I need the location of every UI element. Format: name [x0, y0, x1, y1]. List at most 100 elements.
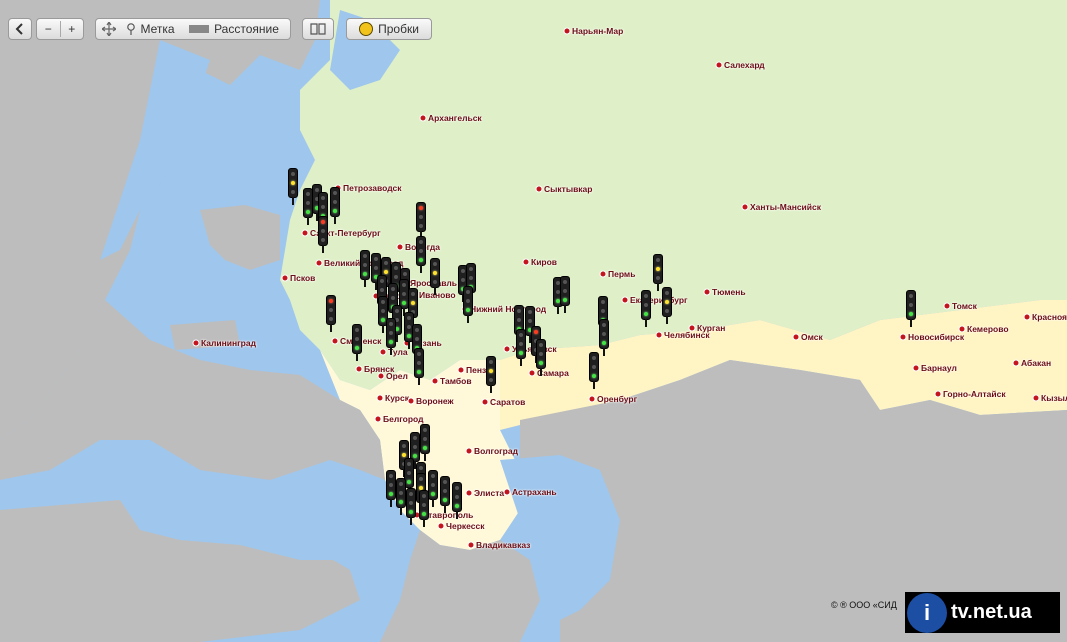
city-dot	[504, 489, 510, 495]
traffic-light-marker[interactable]	[662, 287, 672, 324]
traffic-light-marker[interactable]	[516, 329, 526, 366]
city-label: Кызыл	[1041, 393, 1067, 403]
traffic-light-marker[interactable]	[653, 254, 663, 291]
city-label: Ставрополь	[422, 510, 474, 520]
city-dot	[704, 289, 710, 295]
traffic-light-marker[interactable]	[560, 276, 570, 313]
city-label: Петрозаводск	[343, 183, 402, 193]
layers-icon[interactable]	[303, 19, 333, 39]
traffic-light-marker[interactable]	[396, 478, 406, 515]
city-dot	[622, 297, 628, 303]
city-label: Воронеж	[416, 396, 454, 406]
city-label: Калининград	[201, 338, 256, 348]
city-label: Томск	[952, 301, 977, 311]
city-dot	[944, 303, 950, 309]
city-dot	[302, 230, 308, 236]
traffic-light-marker[interactable]	[330, 187, 340, 224]
city-dot	[193, 340, 199, 346]
traffic-light-marker[interactable]	[536, 339, 546, 376]
traffic-icon	[359, 22, 374, 36]
distance-button[interactable]: Расстояние	[180, 19, 288, 39]
traffic-control[interactable]: Пробки	[346, 18, 432, 40]
city-label: Архангельск	[428, 113, 482, 123]
city-dot	[1013, 360, 1019, 366]
traffic-light-marker[interactable]	[428, 470, 438, 507]
city-dot	[793, 334, 799, 340]
city-dot	[466, 448, 472, 454]
traffic-light-marker[interactable]	[406, 488, 416, 525]
city-label: Кемерово	[967, 324, 1009, 334]
city-label: Пермь	[608, 269, 636, 279]
city-label: Орел	[386, 371, 408, 381]
traffic-light-marker[interactable]	[386, 318, 396, 355]
traffic-light-marker[interactable]	[440, 476, 450, 513]
distance-label: Расстояние	[214, 22, 279, 36]
traffic-light-marker[interactable]	[386, 470, 396, 507]
traffic-light-marker[interactable]	[352, 324, 362, 361]
mark-label: Метка	[140, 22, 175, 36]
chevron-left-icon[interactable]	[9, 19, 31, 39]
move-icon[interactable]	[96, 19, 122, 39]
city-dot	[536, 186, 542, 192]
city-dot	[432, 378, 438, 384]
city-label: Киров	[531, 257, 558, 267]
traffic-light-marker[interactable]	[288, 168, 298, 205]
city-dot	[356, 366, 362, 372]
traffic-light-marker[interactable]	[589, 352, 599, 389]
brand-text: tv.net.ua	[951, 601, 1032, 623]
mark-button[interactable]: Метка	[122, 19, 180, 39]
city-dot	[504, 346, 510, 352]
city-dot	[408, 398, 414, 404]
back-control[interactable]	[8, 18, 32, 40]
traffic-light-marker[interactable]	[420, 424, 430, 461]
traffic-light-marker[interactable]	[430, 258, 440, 295]
city-label: Тюмень	[712, 287, 746, 297]
city-dot	[380, 349, 386, 355]
traffic-light-marker[interactable]	[906, 290, 916, 327]
traffic-light-marker[interactable]	[360, 250, 370, 287]
city-label: Абакан	[1021, 358, 1052, 368]
traffic-light-marker[interactable]	[326, 295, 336, 332]
layers-control[interactable]	[302, 18, 334, 40]
tools-control: Метка Расстояние	[95, 18, 291, 40]
city-label: Волгоград	[474, 446, 518, 456]
city-dot	[397, 244, 403, 250]
city-dot	[468, 542, 474, 548]
traffic-light-marker[interactable]	[416, 202, 426, 239]
traffic-light-marker[interactable]	[599, 319, 609, 356]
city-label: Черкесск	[446, 521, 485, 531]
city-label: Салехард	[724, 60, 765, 70]
city-dot	[282, 275, 288, 281]
traffic-light-marker[interactable]	[486, 356, 496, 393]
traffic-light-marker[interactable]	[414, 348, 424, 385]
traffic-light-marker[interactable]	[416, 236, 426, 273]
traffic-light-marker[interactable]	[419, 490, 429, 527]
city-dot	[589, 396, 595, 402]
traffic-light-marker[interactable]	[318, 216, 328, 253]
i-letter-logo: i	[907, 592, 947, 633]
city-dot	[564, 28, 570, 34]
traffic-button[interactable]: Пробки	[347, 19, 431, 39]
city-label: Барнаул	[921, 363, 957, 373]
city-dot	[900, 334, 906, 340]
city-label: Элиста	[474, 488, 505, 498]
ruler-icon	[189, 25, 210, 33]
city-label: Екатеринбург	[630, 295, 688, 305]
zoom-in-button[interactable]: +	[61, 19, 84, 39]
city-label: Владикавказ	[476, 540, 531, 550]
city-label: Тамбов	[440, 376, 472, 386]
city-label: Белгород	[383, 414, 424, 424]
traffic-light-marker[interactable]	[452, 482, 462, 519]
city-label: Омск	[801, 332, 823, 342]
city-dot	[438, 523, 444, 529]
city-dot	[959, 326, 965, 332]
traffic-light-marker[interactable]	[641, 290, 651, 327]
city-label: Ханты-Мансийск	[750, 202, 821, 212]
city-label: Оренбург	[597, 394, 638, 404]
pin-icon	[127, 23, 136, 35]
traffic-light-marker[interactable]	[463, 286, 473, 323]
traffic-label: Пробки	[378, 22, 419, 36]
zoom-out-button[interactable]: −	[37, 19, 60, 39]
map-canvas[interactable]: Нарьян-Мар Салехард Архангельск Петрозаводс…	[0, 0, 1067, 642]
city-label: Сыктывкар	[544, 184, 593, 194]
